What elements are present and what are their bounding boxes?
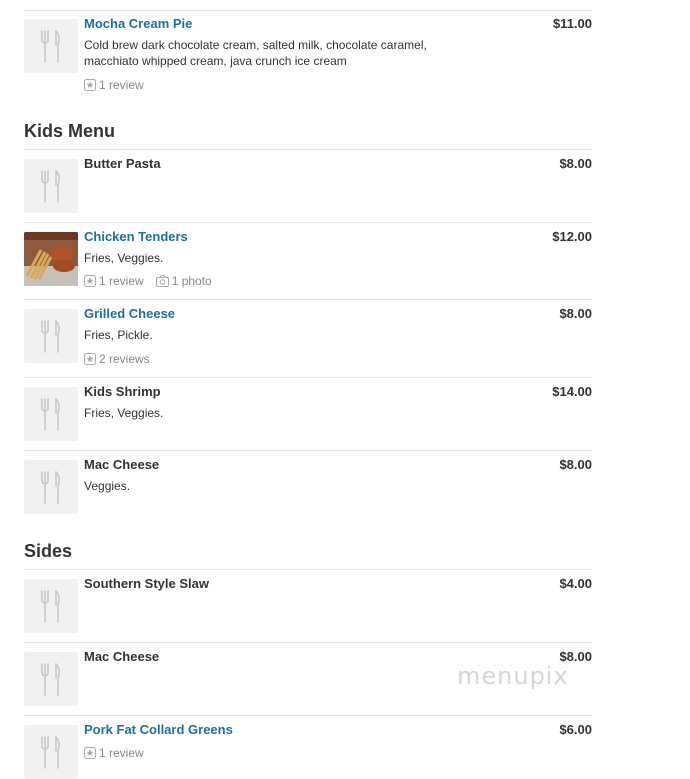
item-price: $11.00 xyxy=(552,16,592,31)
placeholder-thumbnail xyxy=(24,579,78,633)
camera-icon xyxy=(155,275,169,287)
reviews-count: 2 reviews xyxy=(99,352,150,366)
item-meta: 2 reviews xyxy=(84,352,162,366)
placeholder-thumbnail xyxy=(24,652,78,706)
reviews-link[interactable]: 1 review xyxy=(84,78,144,92)
divider xyxy=(24,715,592,716)
divider xyxy=(24,450,592,451)
divider xyxy=(24,149,592,150)
food-photo-thumbnail[interactable] xyxy=(24,232,78,286)
section-title-kids-menu: Kids Menu xyxy=(24,121,116,141)
fork-knife-icon xyxy=(41,736,60,769)
item-name: Mac Cheese xyxy=(84,457,160,472)
fork-knife-icon xyxy=(41,471,60,504)
star-icon xyxy=(84,353,96,365)
placeholder-thumbnail xyxy=(24,159,78,213)
section-title-sides: Sides xyxy=(24,541,73,561)
menupix-watermark: menupix xyxy=(457,662,569,690)
fork-knife-icon xyxy=(41,663,60,696)
reviews-count: 1 review xyxy=(99,274,144,288)
item-name-link[interactable]: Pork Fat Collard Greens xyxy=(84,722,233,737)
item-price: $14.00 xyxy=(552,384,592,399)
item-description: Fries, Pickle. xyxy=(84,328,153,342)
divider xyxy=(24,10,592,11)
star-icon xyxy=(84,747,96,759)
fork-knife-icon xyxy=(41,398,60,431)
item-meta: 1 review xyxy=(84,746,156,760)
fork-knife-icon xyxy=(41,590,60,623)
item-name-link[interactable]: Grilled Cheese xyxy=(84,306,175,321)
item-price: $8.00 xyxy=(559,156,592,171)
star-icon xyxy=(84,275,96,287)
item-price: $12.00 xyxy=(552,229,592,244)
divider xyxy=(24,569,592,570)
photos-count: 1 photo xyxy=(171,274,212,288)
item-name-link[interactable]: Mocha Cream Pie xyxy=(84,16,192,31)
fork-knife-icon xyxy=(41,30,60,63)
item-name: Kids Shrimp xyxy=(84,384,161,399)
item-description: Cold brew dark chocolate cream, salted m… xyxy=(84,38,427,68)
item-description: Fries, Veggies. xyxy=(84,251,164,265)
placeholder-thumbnail xyxy=(24,387,78,441)
reviews-count: 1 review xyxy=(99,78,144,92)
photos-link[interactable]: 1 photo xyxy=(155,274,212,288)
item-price: $4.00 xyxy=(559,576,592,591)
divider xyxy=(24,299,592,300)
fork-knife-icon xyxy=(41,170,60,203)
item-name: Mac Cheese xyxy=(84,649,160,664)
item-description: Fries, Veggies. xyxy=(84,406,164,420)
divider xyxy=(24,642,592,643)
item-name: Southern Style Slaw xyxy=(84,576,209,591)
item-price: $6.00 xyxy=(559,722,592,737)
item-name: Butter Pasta xyxy=(84,156,161,171)
item-price: $8.00 xyxy=(559,306,592,321)
placeholder-thumbnail xyxy=(24,19,78,73)
reviews-count: 1 review xyxy=(99,746,144,760)
reviews-link[interactable]: 1 review xyxy=(84,746,144,760)
placeholder-thumbnail xyxy=(24,725,78,779)
fork-knife-icon xyxy=(41,320,60,353)
placeholder-thumbnail xyxy=(24,460,78,514)
reviews-link[interactable]: 1 review xyxy=(84,274,144,288)
reviews-link[interactable]: 2 reviews xyxy=(84,352,150,366)
star-icon xyxy=(84,79,96,91)
chicken-tenders-photo xyxy=(24,232,78,286)
placeholder-thumbnail xyxy=(24,309,78,363)
item-name-link[interactable]: Chicken Tenders xyxy=(84,229,188,244)
item-meta: 1 review 1 photo xyxy=(84,274,224,288)
item-meta: 1 review xyxy=(84,78,156,92)
item-price: $8.00 xyxy=(559,457,592,472)
divider xyxy=(24,377,592,378)
divider xyxy=(24,222,592,223)
item-description: Veggies. xyxy=(84,479,131,493)
